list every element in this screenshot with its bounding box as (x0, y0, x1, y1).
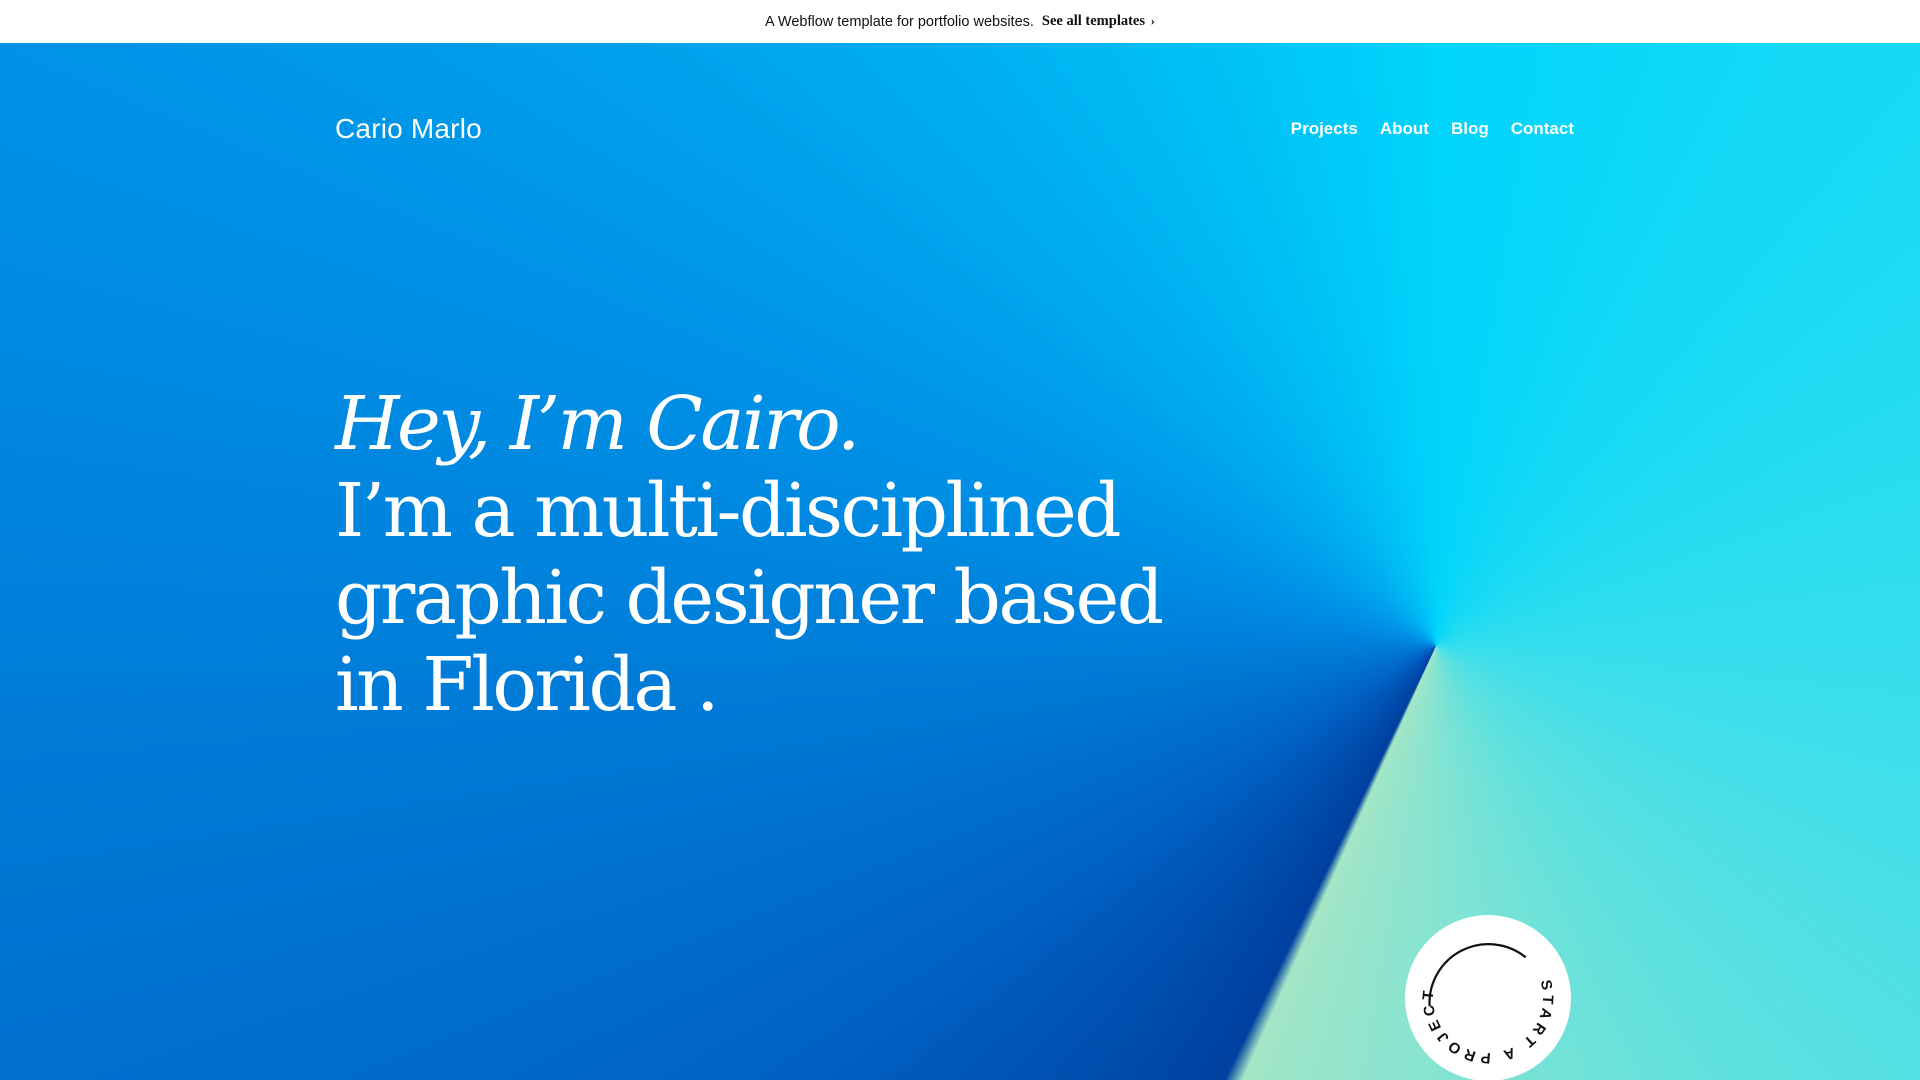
see-all-templates-link[interactable]: See all templates › (1042, 13, 1155, 30)
main-nav: Projects About Blog Contact (1291, 119, 1574, 139)
nav-about-link[interactable]: About (1380, 119, 1429, 139)
circular-text-badge-icon: START A PROJECT (1420, 943, 1557, 1067)
hero-section: Cario Marlo Projects About Blog Contact … (0, 43, 1920, 1080)
start-project-label: START A PROJECT (1420, 979, 1552, 1067)
banner-text: A Webflow template for portfolio website… (765, 13, 1034, 30)
hero-line-3: in Florida . (335, 642, 720, 728)
chevron-right-icon: › (1150, 13, 1155, 28)
nav-blog-link[interactable]: Blog (1451, 119, 1489, 139)
site-logo[interactable]: Cario Marlo (335, 113, 482, 145)
nav-projects-link[interactable]: Projects (1291, 119, 1358, 139)
hero-line-1: I’m a multi-disciplined (335, 468, 1122, 554)
template-banner: A Webflow template for portfolio website… (0, 0, 1920, 43)
nav-contact-link[interactable]: Contact (1511, 119, 1574, 139)
start-project-button[interactable]: START A PROJECT (1405, 915, 1571, 1080)
hero-line-2: graphic designer based (335, 555, 1164, 641)
see-all-templates-label: See all templates (1041, 13, 1146, 29)
hero-headline: Hey, I’m Cairo. I’m a multi-disciplined … (335, 381, 1235, 729)
hero-greeting: Hey, I’m Cairo. (335, 381, 860, 467)
svg-text:START A PROJECT: START A PROJECT (1420, 979, 1557, 1067)
